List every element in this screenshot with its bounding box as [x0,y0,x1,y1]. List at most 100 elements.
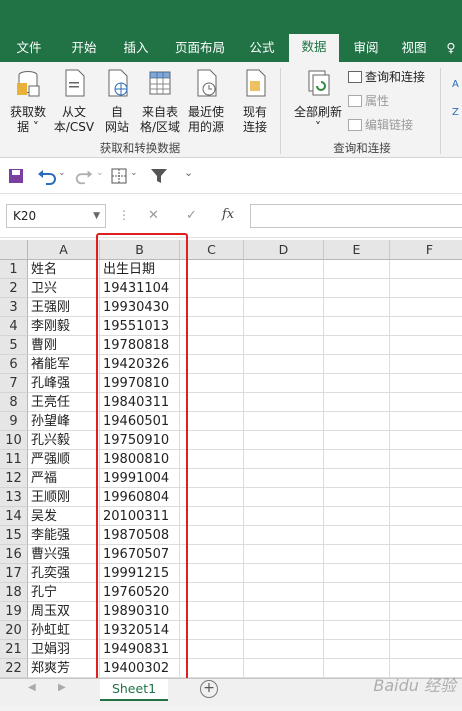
cell-empty[interactable] [180,298,244,317]
cancel-icon[interactable]: ✕ [148,208,159,223]
cell-birthdate[interactable]: 19400302 [100,659,180,678]
row-header[interactable]: 10 [0,431,28,450]
cell-empty[interactable] [244,488,324,507]
borders-icon[interactable] [110,166,128,186]
properties-button[interactable]: 属性 [348,92,389,110]
cell-empty[interactable] [180,374,244,393]
cell-birthdate[interactable]: 20100311 [100,507,180,526]
cell-name[interactable]: 吴发 [28,507,100,526]
select-all-button[interactable] [0,240,28,260]
row-header[interactable]: 16 [0,545,28,564]
cell-empty[interactable] [180,317,244,336]
cell-name[interactable]: 卫兴 [28,279,100,298]
cell-empty[interactable] [244,260,324,279]
row-header[interactable]: 15 [0,526,28,545]
name-box[interactable]: K20 ▼ [6,204,106,228]
column-header-e[interactable]: E [324,240,390,260]
cell-birthdate[interactable]: 19551013 [100,317,180,336]
cell-birthdate[interactable]: 19780818 [100,336,180,355]
cell-birthdate[interactable]: 19490831 [100,640,180,659]
cell-birthdate[interactable]: 19840311 [100,393,180,412]
cell-empty[interactable] [244,640,324,659]
save-icon[interactable] [8,166,24,186]
cell-empty[interactable] [244,545,324,564]
cell-empty[interactable] [324,545,390,564]
name-box-dropdown-icon[interactable]: ▼ [93,205,100,227]
customize-qat-icon[interactable]: ⌄ [184,166,193,186]
cell-birthdate[interactable]: 19750910 [100,431,180,450]
cell-empty[interactable] [180,545,244,564]
cell-empty[interactable] [324,393,390,412]
row-header[interactable]: 14 [0,507,28,526]
filter-icon[interactable] [150,166,168,186]
cell-empty[interactable] [244,393,324,412]
column-header-c[interactable]: C [180,240,244,260]
from-web-button[interactable]: 自 网站 [100,68,134,135]
cell-empty[interactable] [324,279,390,298]
cell-name[interactable]: 孙望峰 [28,412,100,431]
cell-name[interactable]: 孔峰强 [28,374,100,393]
cell-empty[interactable] [390,488,462,507]
row-header[interactable]: 17 [0,564,28,583]
cell-empty[interactable] [324,336,390,355]
cell-name[interactable]: 严强顺 [28,450,100,469]
row-header[interactable]: 13 [0,488,28,507]
tab-view[interactable]: 视图 [392,38,436,62]
cell-empty[interactable] [244,583,324,602]
cell-name[interactable]: 孙虹虹 [28,621,100,640]
column-header-d[interactable]: D [244,240,324,260]
cell-birthdate[interactable]: 19991004 [100,469,180,488]
tab-review[interactable]: 审阅 [344,38,388,62]
cell-empty[interactable] [390,583,462,602]
row-header[interactable]: 21 [0,640,28,659]
cell-empty[interactable] [180,621,244,640]
cell-empty[interactable] [390,545,462,564]
cell-empty[interactable] [324,488,390,507]
cell-empty[interactable] [324,564,390,583]
cell-birthdate[interactable]: 19970810 [100,374,180,393]
undo-icon[interactable] [36,166,58,186]
cell-birthdate[interactable]: 19760520 [100,583,180,602]
cell-birthdate[interactable]: 19431104 [100,279,180,298]
cell-empty[interactable] [180,336,244,355]
cell-name[interactable]: 姓名 [28,260,100,279]
cell-empty[interactable] [180,393,244,412]
cell-birthdate[interactable]: 出生日期 [100,260,180,279]
tab-formulas[interactable]: 公式 [240,38,284,62]
cell-empty[interactable] [390,279,462,298]
column-header-a[interactable]: A [28,240,100,260]
cell-empty[interactable] [390,469,462,488]
cell-birthdate[interactable]: 19800810 [100,450,180,469]
queries-connections-button[interactable]: 查询和连接 [348,68,425,86]
cell-birthdate[interactable]: 19890310 [100,602,180,621]
refresh-all-button[interactable]: 全部刷新 ˅ [290,68,346,135]
cell-empty[interactable] [180,355,244,374]
cell-empty[interactable] [180,602,244,621]
tab-data[interactable]: 数据 [289,34,339,62]
cell-name[interactable]: 曹刚 [28,336,100,355]
row-header[interactable]: 12 [0,469,28,488]
formula-input[interactable] [250,204,462,228]
row-header[interactable]: 11 [0,450,28,469]
cell-empty[interactable] [244,279,324,298]
sort-za-icon[interactable]: Z [452,104,459,122]
cell-empty[interactable] [244,450,324,469]
cell-empty[interactable] [390,260,462,279]
scroll-left-icon[interactable]: ◀ [28,682,36,693]
cell-empty[interactable] [324,507,390,526]
cell-name[interactable]: 郑爽芳 [28,659,100,678]
cell-name[interactable]: 王顺刚 [28,488,100,507]
enter-icon[interactable]: ✓ [186,208,197,223]
row-header[interactable]: 3 [0,298,28,317]
cell-name[interactable]: 李能强 [28,526,100,545]
cell-empty[interactable] [390,507,462,526]
row-header[interactable]: 20 [0,621,28,640]
recent-sources-button[interactable]: 最近使 用的源 [184,68,228,135]
cell-empty[interactable] [244,298,324,317]
cell-name[interactable]: 严福 [28,469,100,488]
cell-empty[interactable] [180,260,244,279]
row-header[interactable]: 2 [0,279,28,298]
row-header[interactable]: 8 [0,393,28,412]
cell-empty[interactable] [324,298,390,317]
cell-empty[interactable] [244,621,324,640]
